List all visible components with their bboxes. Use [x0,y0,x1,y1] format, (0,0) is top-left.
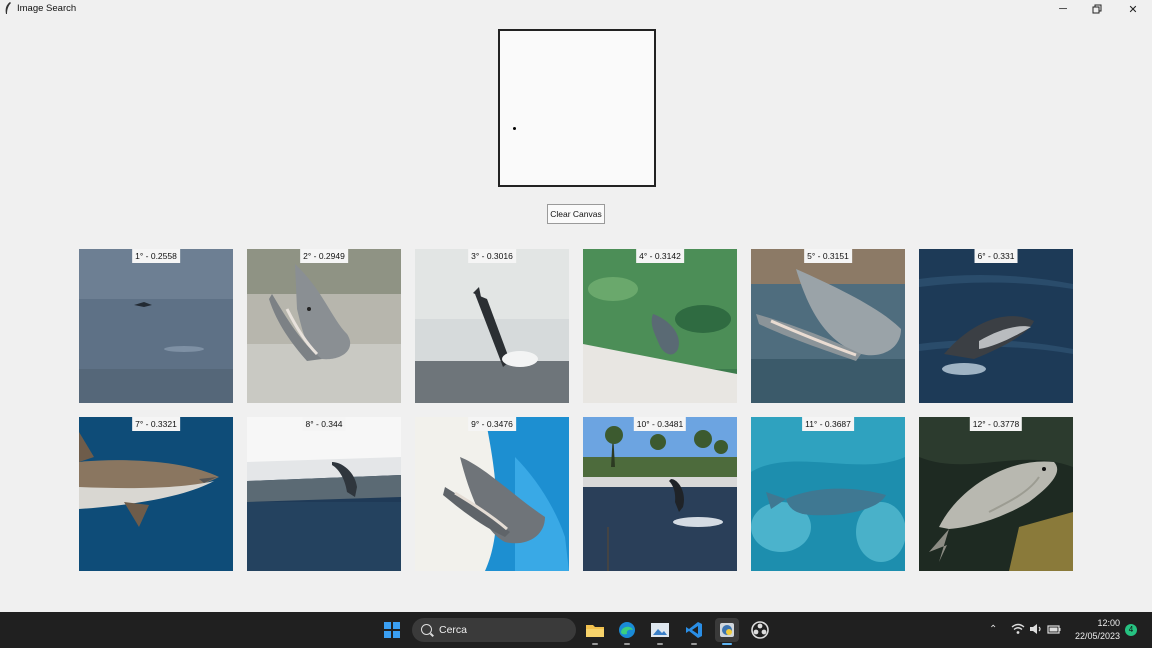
dolphin-image [415,249,569,403]
result-image-6[interactable]: 6° - 0.331 [919,249,1073,403]
clock-time[interactable]: 12:00 [1072,618,1120,628]
close-icon: ✕ [1128,3,1138,16]
result-image-11[interactable]: 11° - 0.3687 [751,417,905,571]
volume-icon[interactable] [1029,623,1043,635]
rank-label: 7° - 0.3321 [132,417,180,431]
obs-icon [751,621,769,639]
result-image-1[interactable]: 1° - 0.2558 [79,249,233,403]
photos-icon [651,623,669,637]
edge-icon [619,622,635,638]
result-image-2[interactable]: 2° - 0.2949 [247,249,401,403]
result-image-5[interactable]: 5° - 0.3151 [751,249,905,403]
manatee-image [751,417,905,571]
python-button[interactable] [715,618,739,645]
rank-label: 1° - 0.2558 [132,249,180,263]
drawn-stroke [513,127,516,130]
close-button[interactable]: ✕ [1116,0,1150,18]
result-image-10[interactable]: 10° - 0.3481 [583,417,737,571]
search-icon [421,624,432,635]
rank-label: 11° - 0.3687 [802,417,854,431]
dolphin-image [79,249,233,403]
rank-label: 5° - 0.3151 [804,249,852,263]
start-button[interactable] [384,622,400,638]
notification-badge[interactable]: 4 [1125,624,1137,636]
result-image-7[interactable]: 7° - 0.3321 [79,417,233,571]
result-image-4[interactable]: 4° - 0.3142 [583,249,737,403]
dolphin-show-image [583,417,737,571]
shark-image [79,417,233,571]
rank-label: 8° - 0.344 [302,417,346,431]
wifi-icon[interactable] [1011,623,1025,635]
file-explorer-button[interactable] [583,618,607,645]
feather-icon [5,2,11,14]
rank-label: 10° - 0.3481 [633,417,687,431]
obs-button[interactable] [748,618,772,642]
dolphin-image [415,417,569,571]
taskbar: Cerca ⌃ 12:00 22/05/2023 4 [0,612,1152,648]
dolphin-image [247,417,401,571]
vscode-button[interactable] [682,618,706,645]
rank-label: 6° - 0.331 [974,249,1018,263]
edge-button[interactable] [615,618,639,645]
clear-canvas-button[interactable]: Clear Canvas [547,204,605,224]
result-image-3[interactable]: 3° - 0.3016 [415,249,569,403]
carp-image [919,417,1073,571]
dolphin-image [919,249,1073,403]
dolphin-image [583,249,737,403]
photos-button[interactable] [648,618,672,645]
taskbar-search[interactable]: Cerca [412,618,576,642]
rank-label: 9° - 0.3476 [468,417,516,431]
restore-button[interactable] [1080,0,1114,18]
file-explorer-icon [586,625,604,637]
minimize-button[interactable]: ─ [1046,0,1080,18]
title-bar: Image Search ─ ✕ [0,0,1152,18]
chevron-up-icon[interactable]: ⌃ [989,624,997,635]
drawing-canvas[interactable] [498,29,656,187]
rank-label: 12° - 0.3778 [969,417,1023,431]
result-image-9[interactable]: 9° - 0.3476 [415,417,569,571]
dolphin-image [751,249,905,403]
search-placeholder: Cerca [439,624,468,636]
clock-date[interactable]: 22/05/2023 [1068,631,1120,641]
battery-icon[interactable] [1047,623,1061,635]
result-image-12[interactable]: 12° - 0.3778 [919,417,1073,571]
python-icon [720,623,734,637]
rank-label: 4° - 0.3142 [636,249,684,263]
window-title: Image Search [17,3,77,14]
minimize-icon: ─ [1059,3,1067,15]
result-image-8[interactable]: 8° - 0.344 [247,417,401,571]
restore-icon [1092,4,1102,14]
rank-label: 2° - 0.2949 [300,249,348,263]
dolphin-image [247,249,401,403]
vscode-icon [686,622,702,638]
rank-label: 3° - 0.3016 [468,249,516,263]
